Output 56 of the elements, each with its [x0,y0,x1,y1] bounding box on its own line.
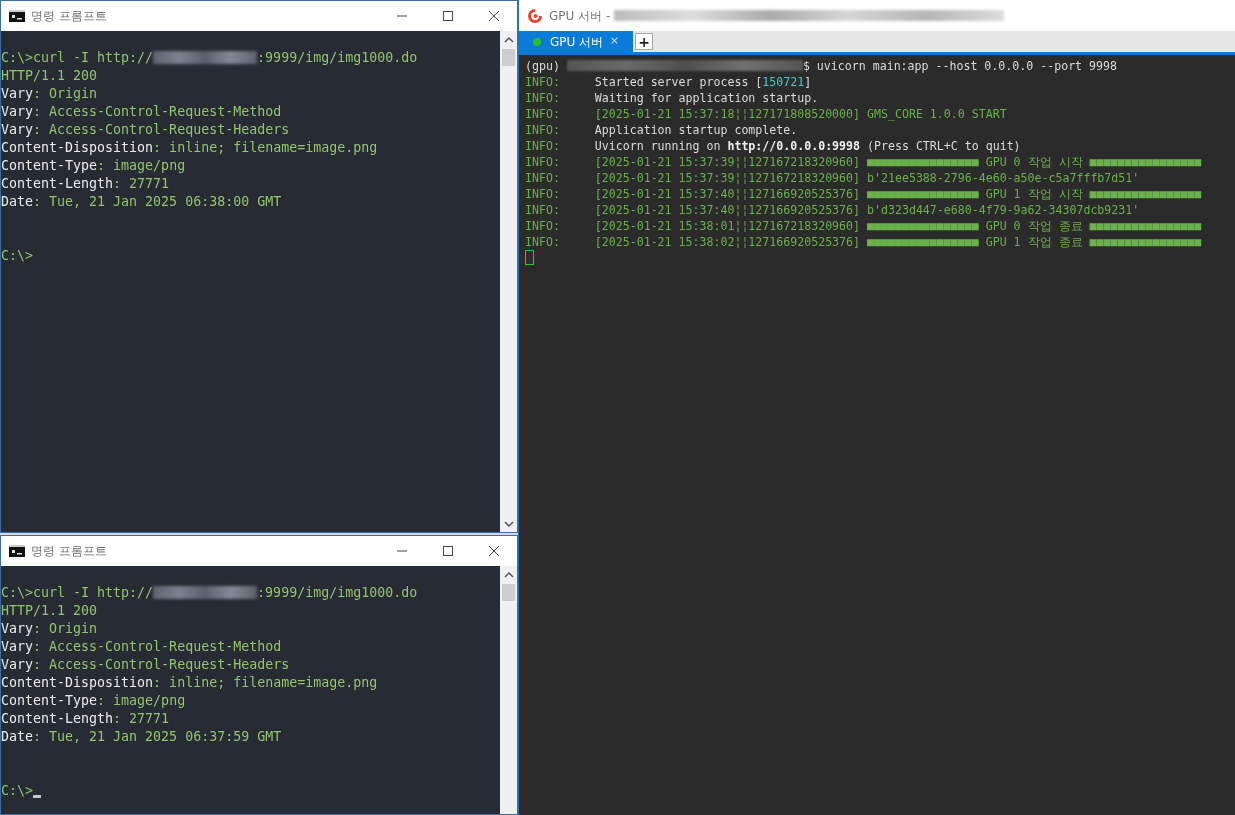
terminal-line: Content-Length: 27771 [1,175,170,193]
log-line: INFO: Application startup complete. [525,123,798,137]
close-tab-button[interactable]: × [609,33,619,50]
terminal-line: Content-Type: image/png [1,157,186,175]
terminal-line: Vary: Access-Control-Request-Headers [1,121,290,139]
terminal-icon [9,10,25,22]
window-title: 명령 프롬프트 [31,8,107,25]
log-line: INFO: [2025-01-21 15:37:40¦¦127166920525376] ■■■■■■■■■■■■■■■■ GPU 1 작업 시작 ■■■■■■■■■■■■■■■■ [525,187,1202,201]
log-line: INFO: [2025-01-21 15:37:18¦¦127171808520000] GMS_CORE 1.0.0 START [525,107,1007,121]
log-line: INFO: [2025-01-21 15:37:39¦¦127167218320960] b'21ee5388-2796-4e60-a50e-c5a7fffb7d51' [525,171,1140,185]
prompt-text: (gpu) [525,58,561,74]
terminal-line: Vary: Origin [1,620,98,638]
scroll-thumb[interactable] [502,584,515,601]
scroll-up-icon [503,35,514,44]
scroll-thumb[interactable] [502,49,515,66]
terminal-line: :9999/img/img1000.do [257,49,418,67]
terminal-line: C:\>curl -I http:// [1,50,154,65]
terminal-line: Content-Type: image/png [1,692,186,710]
terminal-line: Vary: Access-Control-Request-Headers [1,656,290,674]
scrollbar[interactable] [500,31,517,532]
status-dot [533,37,541,46]
maximize-icon [443,546,453,556]
log-line: INFO: Uvicorn running on http://0.0.0.0:9998 (Press CTRL+C to quit) [525,139,1021,153]
window-title: GPU 서버 - [549,7,612,25]
terminal-line: Vary: Access-Control-Request-Method [1,638,282,656]
terminal-line: Date: Tue, 21 Jan 2025 06:37:59 GMT [1,728,282,746]
terminal-line: C:\>curl -I http:// [1,585,154,600]
log-line: INFO: [2025-01-21 15:37:40¦¦127166920525376] b'd323d447-e680-4f79-9a62-34307dcb9231' [525,203,1140,217]
terminal-line: Content-Length: 27771 [1,710,170,728]
log-line: INFO: Started server process [150721] [525,75,812,89]
terminal-line: Vary: Origin [1,85,98,103]
new-tab-button[interactable]: + [635,33,653,50]
terminal-line: HTTP/1.1 200 [1,602,98,620]
terminal-line: Content-Disposition: inline; filename=image.png [1,674,378,692]
terminal-line: C:\> [1,782,34,800]
scroll-down-icon [503,519,514,528]
spiral-icon [527,7,543,24]
log-line: INFO: [2025-01-21 15:38:01¦¦127167218320960] ■■■■■■■■■■■■■■■■ GPU 0 작업 종료 ■■■■■■■■■■■■■■■■ [525,219,1202,233]
terminal-line: HTTP/1.1 200 [1,67,98,85]
terminal-line: Vary: Access-Control-Request-Method [1,103,282,121]
scrollbar[interactable] [500,566,517,814]
terminal-line: Content-Disposition: inline; filename=image.png [1,139,378,157]
terminal-tab[interactable]: GPU 서버 × [519,31,633,52]
command-text: $ uvicorn main:app --host 0.0.0.0 --port 9998 [802,59,1117,73]
terminal-line: :9999/img/img1000.do [257,584,418,602]
window-title: 명령 프롬프트 [31,543,107,560]
log-line: INFO: [2025-01-21 15:38:02¦¦127166920525376] ■■■■■■■■■■■■■■■■ GPU 1 작업 종료 ■■■■■■■■■■■■■■■■ [525,235,1202,249]
log-line: INFO: [2025-01-21 15:37:39¦¦127167218320960] ■■■■■■■■■■■■■■■■ GPU 0 작업 시작 ■■■■■■■■■■■■■■■■ [525,155,1202,169]
close-icon [489,11,499,21]
close-icon [489,546,499,556]
maximize-icon [443,11,453,21]
scroll-up-icon [503,570,514,579]
terminal-line: C:\> [1,247,34,265]
log-line: INFO: Waiting for application startup. [525,91,819,105]
terminal-icon [9,545,25,557]
terminal-line: Date: Tue, 21 Jan 2025 06:38:00 GMT [1,193,282,211]
